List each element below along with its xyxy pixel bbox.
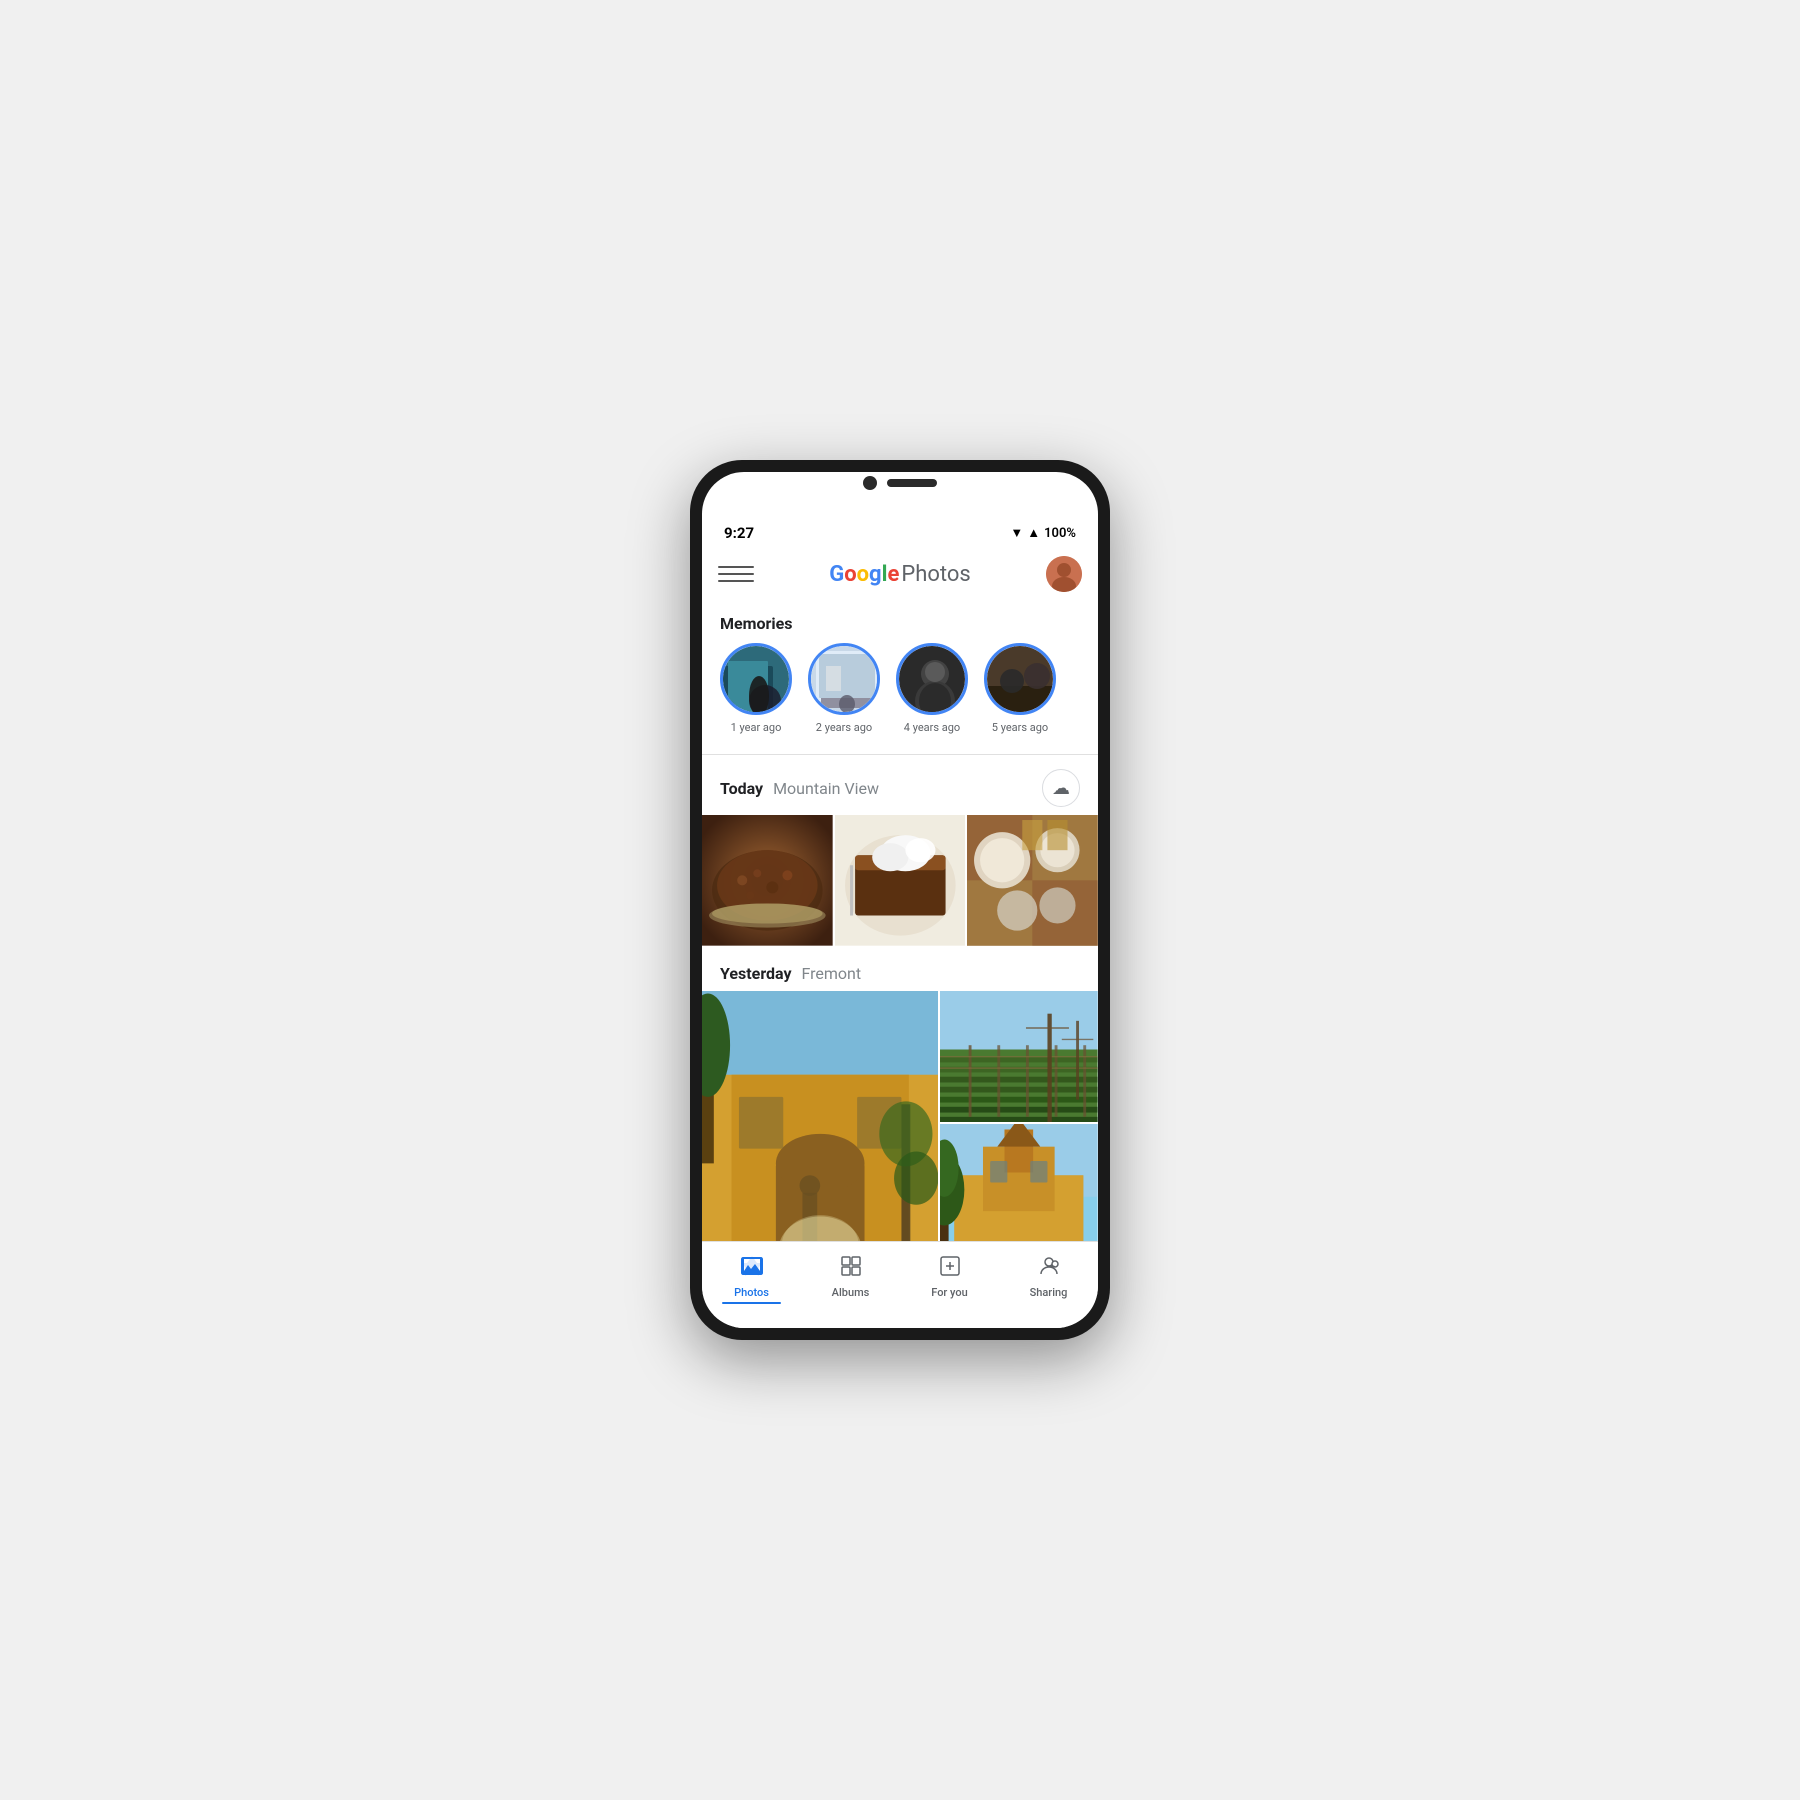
logo-o2: o (857, 562, 869, 587)
memory-item-2yr[interactable]: 2 years ago (808, 643, 880, 734)
memory-label-2yr: 2 years ago (816, 721, 872, 734)
sharing-icon (1037, 1254, 1061, 1283)
memory-label-4yr: 4 years ago (904, 721, 960, 734)
logo-photos-text: Photos (901, 562, 970, 587)
yesterday-photo-vineyard[interactable] (940, 991, 1098, 1122)
nav-albums[interactable]: Albums (801, 1250, 900, 1308)
photos-icon (740, 1254, 764, 1283)
today-photo-2[interactable] (835, 815, 966, 946)
yesterday-date-location: Yesterday Fremont (720, 964, 861, 983)
for-you-icon (938, 1254, 962, 1283)
status-icons: ▼ ▲ 100% (1010, 525, 1076, 541)
for-you-label: For you (931, 1286, 967, 1299)
memory-item-4yr[interactable]: 4 years ago (896, 643, 968, 734)
memory-circle-4yr[interactable] (896, 643, 968, 715)
albums-label: Albums (832, 1286, 870, 1299)
app-logo: Google Photos (766, 562, 1034, 587)
memory-label-5yr: 5 years ago (992, 721, 1048, 734)
today-photo-1[interactable] (702, 815, 833, 946)
memories-title: Memories (702, 602, 1098, 643)
memory-circle-2yr[interactable] (808, 643, 880, 715)
today-location: Mountain View (773, 779, 879, 798)
today-header: Today Mountain View ☁ (702, 759, 1098, 815)
cloud-upload-button[interactable]: ☁ (1042, 769, 1080, 807)
logo-gl: g (869, 562, 882, 587)
wifi-icon: ▼ (1010, 525, 1023, 541)
memories-scroll[interactable]: 1 year ago (702, 643, 1098, 750)
today-label: Today (720, 779, 763, 798)
logo-o1: o (844, 562, 856, 587)
memory-item-5yr[interactable]: 5 years ago (984, 643, 1056, 734)
photos-label: Photos (734, 1286, 769, 1299)
nav-photos[interactable]: Photos (702, 1250, 801, 1308)
nav-for-you[interactable]: For you (900, 1250, 999, 1308)
bottom-navigation: Photos Albums (702, 1241, 1098, 1328)
photos-underline (722, 1302, 781, 1304)
battery-icon: 100% (1044, 526, 1076, 541)
phone-device: 9:27 ▼ ▲ 100% Google Photos (690, 460, 1110, 1340)
signal-icon: ▲ (1027, 525, 1040, 541)
albums-icon (839, 1254, 863, 1283)
yesterday-photo-building2[interactable] (940, 1124, 1098, 1241)
cloud-icon: ☁ (1052, 778, 1070, 799)
memory-circle-5yr[interactable] (984, 643, 1056, 715)
divider-memories (702, 754, 1098, 755)
today-photo-grid (702, 815, 1098, 946)
memory-label-1yr: 1 year ago (731, 721, 782, 734)
memory-circle-1yr[interactable] (720, 643, 792, 715)
memory-item-1yr[interactable]: 1 year ago (720, 643, 792, 734)
status-time: 9:27 (724, 524, 754, 542)
sharing-label: Sharing (1030, 1286, 1068, 1299)
speaker-sensor (887, 479, 937, 487)
logo-e2: e (887, 562, 899, 587)
nav-sharing[interactable]: Sharing (999, 1250, 1098, 1308)
app-header: Google Photos (702, 550, 1098, 602)
menu-button[interactable] (718, 556, 754, 592)
today-date-location: Today Mountain View (720, 779, 879, 798)
yesterday-photo-grid (702, 991, 1098, 1241)
yesterday-location: Fremont (802, 964, 862, 983)
camera-sensor (863, 476, 877, 490)
logo-g: G (829, 562, 844, 587)
content-area: Memories (702, 602, 1098, 1241)
phone-sensors (863, 476, 937, 490)
user-avatar[interactable] (1046, 556, 1082, 592)
phone-screen: 9:27 ▼ ▲ 100% Google Photos (702, 472, 1098, 1328)
yesterday-header: Yesterday Fremont (702, 954, 1098, 991)
yesterday-label: Yesterday (720, 964, 792, 983)
today-photo-3[interactable] (967, 815, 1098, 946)
yesterday-photo-large[interactable] (702, 991, 938, 1241)
